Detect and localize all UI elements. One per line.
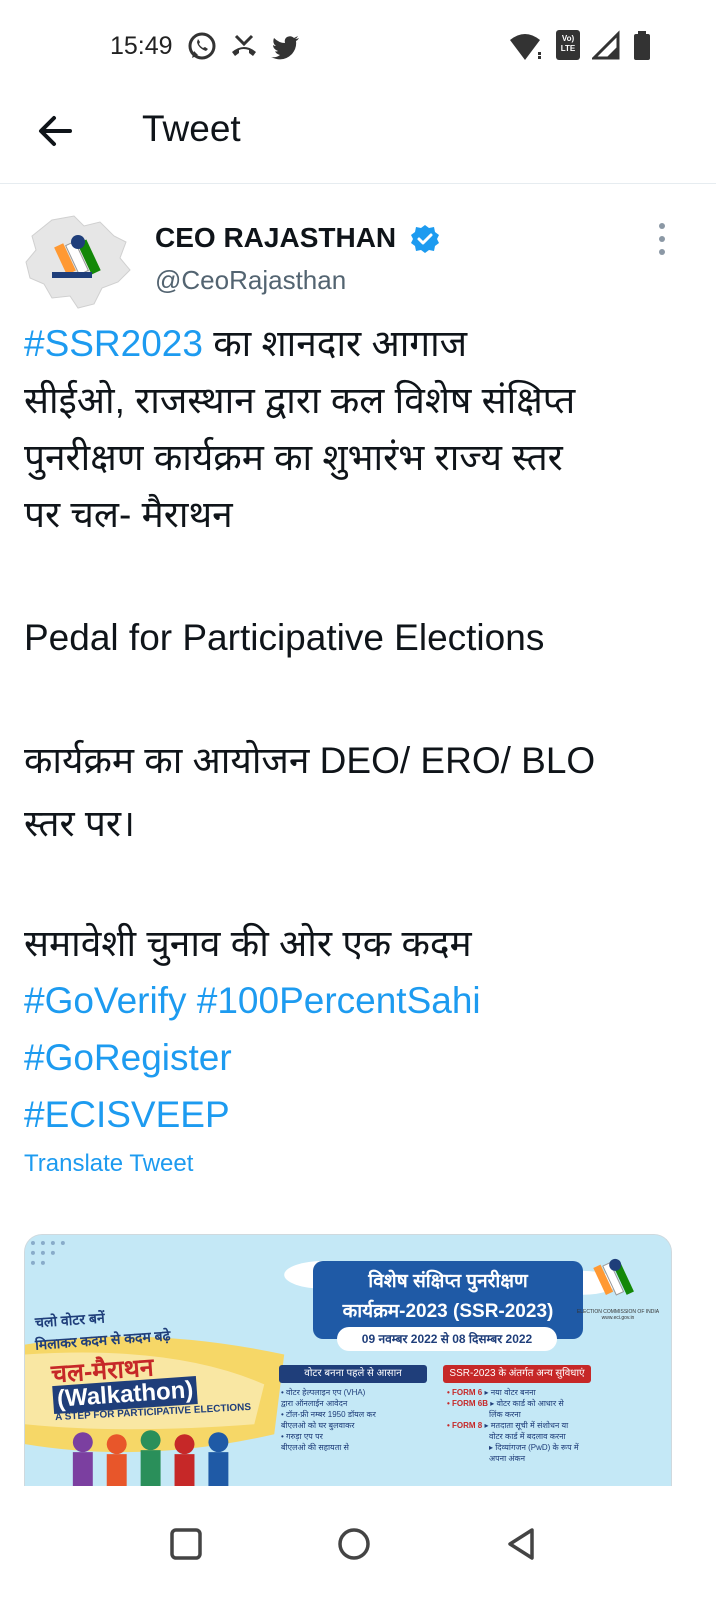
tweet-media-image[interactable]: विशेष संक्षिप्त पुनरीक्षण कार्यक्रम-2023…	[24, 1234, 672, 1486]
back-triangle-icon[interactable]	[502, 1524, 542, 1564]
tweet-header: Tweet	[0, 92, 716, 184]
tweet-line-1: का शानदार आगाज	[202, 323, 468, 364]
media-left-item: बीएलओ की सहायता से	[281, 1443, 349, 1452]
hashtag-goregister[interactable]: #GoRegister	[24, 1037, 232, 1078]
media-left-list: • वोटर हेल्पलाइन एप (VHA) द्वारा ऑनलाईन …	[281, 1387, 376, 1453]
tweet-line-4: पर चल- मैराथन	[24, 494, 233, 535]
hashtag-ssr2023[interactable]: #SSR2023	[24, 323, 203, 364]
media-right-item: ▸ नया वोटर बनना	[484, 1388, 536, 1397]
media-dates: 09 नवम्बर 2022 से 08 दिसम्बर 2022	[337, 1327, 557, 1351]
media-form-label: • FORM 8	[447, 1421, 483, 1430]
navigation-bar	[0, 1486, 716, 1600]
media-right-section-title: SSR-2023 के अंतर्गत अन्य सुविधाएं	[443, 1365, 591, 1383]
media-right-item: ▸ वोटर कार्ड को आधार से	[490, 1399, 564, 1408]
status-time: 15:49	[110, 32, 173, 60]
media-right-item: वोटर कार्ड में बदलाव करना	[489, 1432, 566, 1441]
battery-icon	[634, 31, 650, 60]
twitter-icon	[271, 36, 299, 60]
tweet-text: #SSR2023 का शानदार आगाज सीईओ, राजस्थान द…	[24, 315, 694, 1143]
tweet-line-2: सीईओ, राजस्थान द्वारा कल विशेष संक्षिप्त	[24, 380, 576, 421]
tweet-line-7: स्तर पर।	[24, 803, 136, 844]
translate-tweet-link[interactable]: Translate Tweet	[24, 1150, 193, 1178]
hashtag-ecisveep[interactable]: #ECISVEEP	[24, 1094, 230, 1135]
more-options-icon[interactable]	[654, 222, 670, 256]
media-title-line1: विशेष संक्षिप्त पुनरीक्षण	[368, 1271, 528, 1292]
media-right-list: • FORM 6 ▸ नया वोटर बनना • FORM 6B ▸ वोट…	[447, 1387, 579, 1464]
media-form-label: • FORM 6	[447, 1388, 483, 1397]
media-left-item: द्वारा ऑनलाईन आवेदन	[281, 1399, 348, 1408]
whatsapp-icon	[188, 32, 216, 60]
avatar[interactable]	[22, 212, 134, 312]
missed-call-icon	[232, 34, 256, 56]
media-left-item: • टॉल-फ्री नम्बर 1950 डॉयल कर	[281, 1410, 376, 1419]
media-form-label: • FORM 6B	[447, 1399, 489, 1408]
tweet-line-3: पुनरीक्षण कार्यक्रम का शुभारंभ राज्य स्त…	[24, 437, 563, 478]
hashtag-100percentsahi[interactable]: #100PercentSahi	[197, 980, 481, 1021]
status-bar: 15:49 Vo) LTE	[0, 0, 716, 92]
wifi-icon	[510, 34, 541, 60]
signal-icon	[592, 30, 620, 60]
hashtag-goverify[interactable]: #GoVerify	[24, 980, 186, 1021]
media-left-item: • वोटर हेल्पलाइन एप (VHA)	[281, 1388, 366, 1397]
author-name[interactable]: CEO RAJASTHAN	[155, 222, 396, 254]
media-left-section-title: वोटर बनना पहले से आसान	[279, 1365, 427, 1383]
arrow-left-icon[interactable]	[32, 106, 82, 156]
tweet-line-8: समावेशी चुनाव की ओर एक कदम	[24, 923, 472, 964]
media-left-item: • गरुड़ा एप पर	[281, 1432, 323, 1441]
tweet-line-5: Pedal for Participative Elections	[24, 617, 545, 658]
media-right-item: अपना अंकन	[489, 1454, 526, 1463]
recents-square-icon[interactable]	[166, 1524, 206, 1564]
verified-badge-icon	[411, 225, 439, 253]
media-eci-label: ELECTION COMMISSION OF INDIA www.eci.gov…	[576, 1309, 660, 1321]
media-right-item: लिंक करना	[489, 1410, 521, 1419]
media-right-item: ▸ दिव्यांगजन (PwD) के रूप में	[489, 1443, 579, 1452]
media-title-line2: कार्यक्रम-2023 (SSR-2023)	[342, 1301, 554, 1322]
home-circle-icon[interactable]	[334, 1524, 374, 1564]
page-title: Tweet	[142, 108, 241, 149]
media-right-item: ▸ मतदाता सूची में संशोधन या	[484, 1421, 569, 1430]
volte-icon: Vo) LTE	[556, 30, 580, 60]
volte-label: Vo) LTE	[560, 34, 576, 53]
media-left-item: बीएलओ को घर बुलवाकर	[281, 1421, 355, 1430]
author-handle[interactable]: @CeoRajasthan	[155, 265, 346, 296]
tweet-line-6: कार्यक्रम का आयोजन DEO/ ERO/ BLO	[24, 740, 596, 781]
